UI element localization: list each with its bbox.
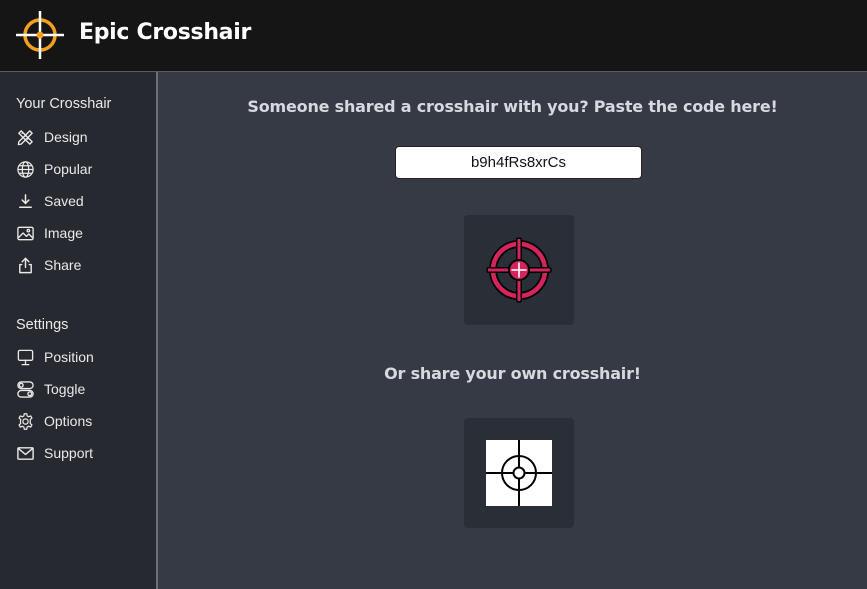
sidebar-item-label: Toggle	[44, 381, 86, 397]
sidebar-item-label: Saved	[44, 193, 84, 209]
share-icon	[19, 257, 32, 273]
gear-icon	[18, 412, 33, 430]
crosshair-logo-icon	[16, 11, 64, 59]
monitor-icon	[17, 349, 34, 365]
sidebar-item-saved[interactable]: Saved	[16, 189, 146, 213]
sidebar: Your Crosshair Design Popular Saved Imag…	[0, 72, 158, 589]
sidebar-item-support[interactable]: Support	[16, 441, 146, 465]
share-own-heading: Or share your own crosshair!	[384, 364, 641, 383]
crosshair-code-input[interactable]	[395, 146, 642, 179]
sidebar-item-image[interactable]: Image	[16, 221, 146, 245]
section-title-your-crosshair: Your Crosshair	[16, 96, 112, 112]
crosshair-preview-icon	[486, 237, 552, 303]
download-icon	[19, 193, 32, 208]
sidebar-item-label: Options	[44, 413, 93, 429]
sidebar-item-label: Share	[44, 257, 82, 273]
paste-code-heading: Someone shared a crosshair with you? Pas…	[247, 97, 778, 116]
sidebar-item-label: Support	[44, 445, 94, 461]
sidebar-item-label: Design	[44, 129, 88, 145]
sidebar-item-label: Image	[44, 225, 83, 241]
shared-crosshair-preview	[464, 215, 574, 325]
sidebar-item-label: Popular	[44, 161, 93, 177]
app-title: Epic Crosshair	[79, 20, 252, 45]
pencil-ruler-icon	[17, 129, 33, 145]
toggle-icon	[17, 380, 34, 398]
sidebar-item-position[interactable]: Position	[16, 345, 146, 369]
sidebar-item-label: Position	[44, 349, 94, 365]
mail-icon	[17, 446, 34, 460]
sidebar-item-share[interactable]: Share	[16, 253, 146, 277]
own-crosshair-icon	[486, 440, 552, 506]
image-icon	[17, 226, 34, 240]
sidebar-item-design[interactable]: Design	[16, 125, 146, 149]
section-title-settings: Settings	[16, 317, 69, 333]
own-crosshair-preview	[464, 418, 574, 528]
sidebar-item-options[interactable]: Options	[16, 409, 146, 433]
sidebar-item-toggle[interactable]: Toggle	[16, 377, 146, 401]
top-bar: Epic Crosshair	[0, 0, 867, 72]
globe-icon	[17, 160, 34, 178]
sidebar-item-popular[interactable]: Popular	[16, 157, 146, 181]
